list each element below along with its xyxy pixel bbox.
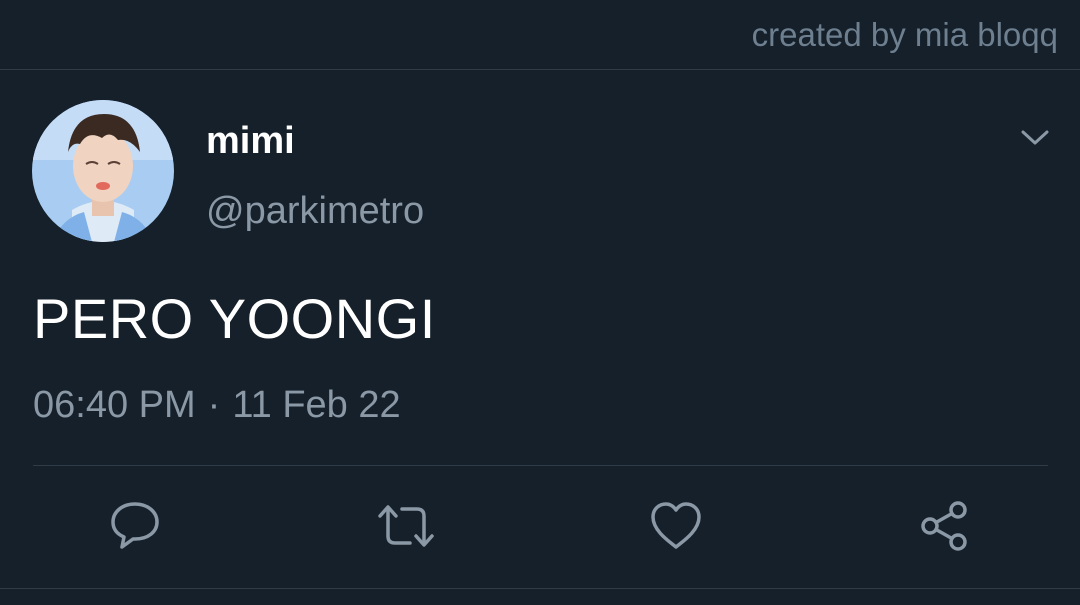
retweet-icon — [378, 505, 434, 547]
display-name[interactable]: mimi — [206, 120, 295, 163]
share-icon — [921, 501, 967, 551]
heart-icon — [651, 502, 701, 549]
share-button[interactable] — [918, 498, 974, 554]
top-divider — [0, 69, 1080, 70]
reply-button[interactable] — [107, 498, 163, 554]
avatar[interactable] — [32, 100, 174, 242]
like-button[interactable] — [648, 498, 704, 554]
tweet-screen: created by mia bloqq mimi @parkimetro PE… — [0, 0, 1080, 605]
watermark: created by mia bloqq — [751, 16, 1058, 53]
user-handle[interactable]: @parkimetro — [206, 190, 424, 233]
tweet-timestamp[interactable]: 06:40 PM · 11 Feb 22 — [33, 384, 401, 427]
tweet-text: PERO YOONGI — [33, 287, 436, 350]
speech-bubble-icon — [111, 502, 159, 549]
tweet-time: 06:40 PM — [33, 384, 196, 426]
tweet-date: 11 Feb 22 — [232, 384, 401, 426]
meta-separator: · — [207, 384, 221, 426]
actions-divider — [33, 465, 1048, 466]
bottom-divider — [0, 588, 1080, 589]
avatar-image — [32, 100, 174, 242]
chevron-down-icon[interactable] — [1018, 124, 1052, 150]
retweet-button[interactable] — [376, 498, 434, 554]
